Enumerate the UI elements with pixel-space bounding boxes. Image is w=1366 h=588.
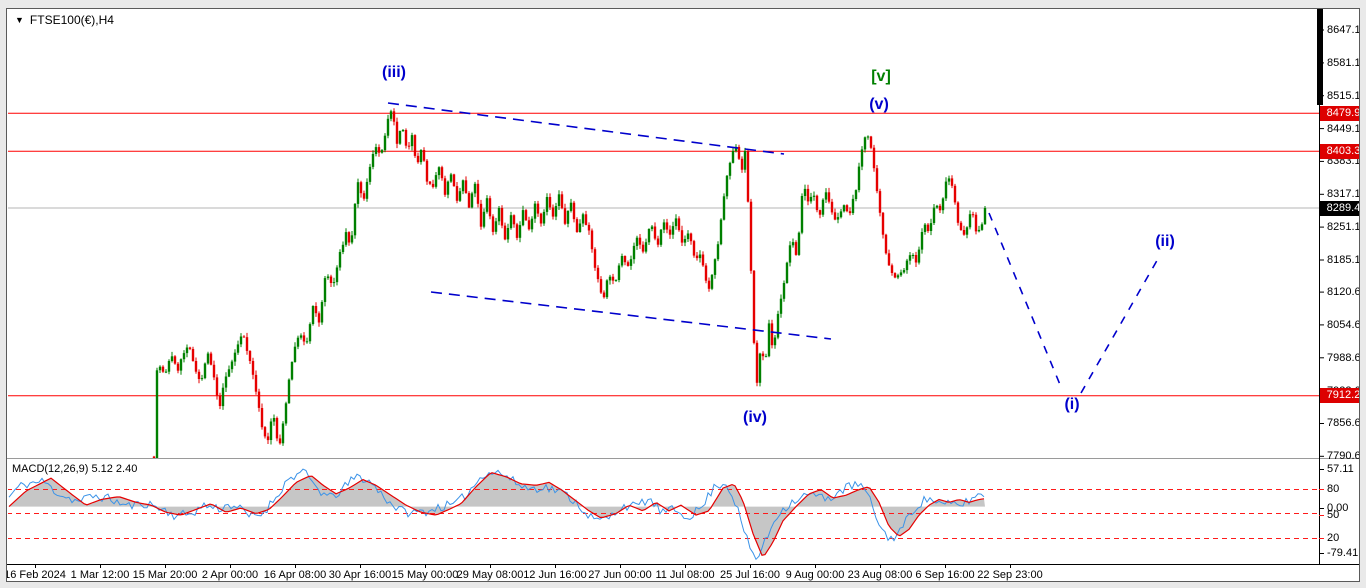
price-axis-label: 8515.1 (1327, 90, 1360, 102)
time-axis-label: 15 Mar 20:00 (133, 569, 198, 581)
wave-label-ii[interactable]: (ii) (1155, 233, 1175, 251)
macd-axis-label: 57.11 (1327, 463, 1354, 475)
wave-label-iii[interactable]: (iii) (382, 64, 406, 82)
macd-axis-label: -79.41 (1327, 547, 1358, 559)
time-axis-label: 25 Jul 16:00 (720, 569, 780, 581)
projection-up-trendline[interactable] (1081, 257, 1159, 393)
time-axis-label: 6 Sep 16:00 (915, 569, 974, 581)
time-axis-label: 2 Apr 00:00 (202, 569, 258, 581)
price-axis-label: 7790.6 (1327, 450, 1360, 462)
axis-black-bar (1317, 9, 1323, 105)
price-axis-label: 8054.6 (1327, 319, 1360, 331)
macd-axis-label: 50 (1327, 509, 1339, 521)
candlestick-series (153, 108, 986, 463)
wave-label-iv[interactable]: (iv) (743, 409, 767, 427)
price-axis-label: 8317.1 (1327, 188, 1360, 200)
chart-window[interactable]: ▼ FTSE100(€),H4 MACD(12,26,9) 5.12 2.40 … (6, 8, 1360, 582)
collapse-panel-icon[interactable]: ▼ (15, 14, 24, 26)
time-axis-label: 29 May 08:00 (457, 569, 524, 581)
time-axis-label: 1 Mar 12:00 (71, 569, 130, 581)
macd-histogram-area (9, 473, 985, 556)
wave-label-v[interactable]: [v] (871, 68, 891, 86)
time-axis-label: 22 Sep 23:00 (977, 569, 1042, 581)
macd-indicator-label: MACD(12,26,9) 5.12 2.40 (12, 463, 137, 475)
price-axis-label: 8251.1 (1327, 221, 1360, 233)
projection-down-trendline[interactable] (989, 213, 1061, 387)
time-axis-label: 16 Feb 2024 (6, 569, 66, 581)
chart-graphics[interactable] (7, 9, 1360, 582)
macd-pane[interactable] (7, 469, 1319, 559)
price-pane[interactable] (7, 103, 1319, 463)
time-axis-label: 11 Jul 08:00 (655, 569, 714, 581)
wedge-upper-trendline[interactable] (388, 103, 784, 154)
price-axis-label: 8120.6 (1327, 286, 1360, 298)
chart-title-bar: ▼ FTSE100(€),H4 (15, 13, 114, 27)
price-axis-label: 8647.1 (1327, 24, 1360, 36)
wave-label-v[interactable]: (v) (869, 96, 889, 114)
time-axis-label: 27 Jun 00:00 (588, 569, 652, 581)
time-axis-label: 9 Aug 00:00 (786, 569, 845, 581)
level-price-badge: 7912.2 (1320, 388, 1360, 403)
time-axis-label: 30 Apr 16:00 (329, 569, 391, 581)
time-axis-label: 16 Apr 08:00 (264, 569, 326, 581)
wedge-lower-trendline[interactable] (431, 292, 831, 339)
time-axis-label: 15 May 00:00 (392, 569, 459, 581)
wave-label-i[interactable]: (i) (1064, 396, 1079, 414)
level-price-badge: 8403.3 (1320, 144, 1360, 159)
macd-axis-label: 80 (1327, 483, 1339, 495)
price-axis-label: 7988.6 (1327, 352, 1360, 364)
price-axis-label: 8449.1 (1327, 123, 1360, 135)
trading-terminal-screen: ▼ FTSE100(€),H4 MACD(12,26,9) 5.12 2.40 … (0, 0, 1366, 588)
price-axis-label: 8185.1 (1327, 254, 1360, 266)
last-price-badge: 8289.4 (1320, 201, 1360, 216)
price-axis-label: 7856.6 (1327, 417, 1360, 429)
time-axis-label: 23 Aug 08:00 (848, 569, 913, 581)
symbol-period-label: FTSE100(€),H4 (30, 13, 114, 27)
macd-axis-label: 20 (1327, 532, 1339, 544)
time-axis-label: 12 Jun 16:00 (523, 569, 587, 581)
level-price-badge: 8479.9 (1320, 106, 1360, 121)
price-axis-label: 8581.1 (1327, 57, 1360, 69)
